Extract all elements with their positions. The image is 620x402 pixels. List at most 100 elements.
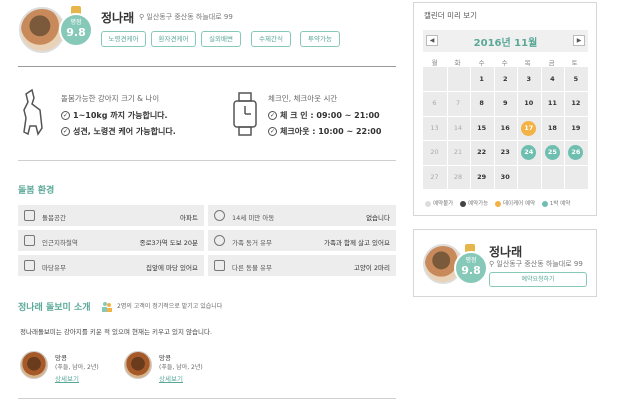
regular-clients: 2명의 고객이 정기적으로 맡기고 있습니다 xyxy=(117,303,223,310)
tag-homemade-snack: 수제간식 xyxy=(251,31,291,47)
tag-senior-care: 노령견케어 xyxy=(101,31,146,47)
calendar-day[interactable]: 19 xyxy=(564,116,587,140)
calendar-day[interactable]: 18 xyxy=(541,116,564,140)
calendar-gridline xyxy=(423,91,588,93)
size-line-1: ✓ 1~10kg 까지 가능합니다. xyxy=(61,111,168,120)
calendar-gridline xyxy=(423,140,588,142)
legend-unavailable-icon xyxy=(425,200,431,207)
pet-detail-link[interactable]: 상세보기 xyxy=(159,373,183,383)
profile-address: ⚲ 일산동구 중산동 하늘대로 99 xyxy=(139,12,233,22)
people-icon xyxy=(101,298,113,312)
calendar-day[interactable]: 21 xyxy=(447,140,470,164)
calendar-day[interactable]: 15 xyxy=(470,116,493,140)
check-icon: ✓ xyxy=(61,127,70,136)
calendar-gridline xyxy=(446,67,448,189)
weekday-label: 화 xyxy=(454,59,461,67)
rating-value: 9.8 xyxy=(66,26,86,39)
weekday-label: 목 xyxy=(524,59,531,67)
env-family: 가족 동거 유무 가족과 함께 살고 있어요 xyxy=(208,230,396,251)
pet-name: 망콩 xyxy=(55,354,67,362)
calendar-day[interactable]: 10 xyxy=(517,91,540,115)
summary-address: ⚲ 일산동구 중산동 하늘대로 99 xyxy=(489,260,583,268)
calendar-gridline xyxy=(517,67,519,189)
pet-desc: (푸들, 남아, 2년) xyxy=(159,364,203,371)
calendar-gridline xyxy=(540,67,542,189)
env-space: 돌봄공간 아파트 xyxy=(18,205,204,226)
check-icon: ✓ xyxy=(61,111,70,120)
dog-icon xyxy=(20,88,50,140)
intro-text: 정나래돌보미는 강아지를 키운 적 있으며 현재는 키우고 있지 않습니다. xyxy=(20,328,213,336)
calendar-day[interactable]: 3 xyxy=(517,67,540,91)
calendar-panel-title: 캘린더 미리 보기 xyxy=(424,11,478,20)
calendar-day[interactable]: 11 xyxy=(541,91,564,115)
calendar-legend: 예약불가 예약가능 데이케어 예약 1박 예약 xyxy=(425,199,570,207)
calendar-day[interactable]: 2 xyxy=(494,67,517,91)
calendar-gridline xyxy=(423,115,588,117)
calendar-day[interactable]: 27 xyxy=(423,165,446,189)
checkin-line: ✓ 체 크 인 : 09:00 ~ 21:00 xyxy=(268,111,380,120)
calendar-month: 2016년 11월 xyxy=(473,38,538,49)
divider xyxy=(18,398,396,399)
legend-overnight-icon xyxy=(541,200,548,207)
profile-name: 정나래 xyxy=(101,11,135,25)
calendar-day[interactable]: 12 xyxy=(564,91,587,115)
pet-name: 망콩 xyxy=(159,354,171,362)
child-icon xyxy=(214,210,225,221)
calendar-day[interactable]: 8 xyxy=(470,91,493,115)
pet-desc: (푸들, 남아, 2년) xyxy=(55,364,99,371)
calendar-day[interactable]: 7 xyxy=(447,91,470,115)
calendar-day[interactable]: 13 xyxy=(423,116,446,140)
weekday-label: 월 xyxy=(431,59,438,67)
calendar-day[interactable]: 9 xyxy=(494,91,517,115)
calendar-day[interactable]: 5 xyxy=(564,67,587,91)
weekday-label: 토 xyxy=(571,59,578,67)
prev-month-button[interactable]: ◀ xyxy=(426,35,438,46)
calendar-day[interactable]: 22 xyxy=(470,140,493,164)
calendar-day[interactable]: 30 xyxy=(494,165,517,189)
calendar-day[interactable]: 20 xyxy=(423,140,446,164)
weekday-label: 수 xyxy=(478,59,485,67)
calendar-grid: 1 2 3 4 5 6 7 8 9 10 11 12 13 14 15 16 17 18 19 20 21 22 23 24 2… xyxy=(423,67,588,189)
time-title: 체크인, 체크아웃 시간 xyxy=(268,94,338,103)
weekday-label: 금 xyxy=(548,59,555,67)
summary-rating-badge: 평점 9.8 xyxy=(454,251,488,285)
reserve-request-button[interactable]: 예약요청하기 xyxy=(489,272,587,287)
profile-address-text: 일산동구 중산동 하늘대로 99 xyxy=(146,13,233,21)
summary-name: 정나래 xyxy=(489,245,523,259)
yard-icon xyxy=(24,260,35,271)
calendar-day[interactable]: 17 xyxy=(517,116,540,140)
size-title: 돌봄가능한 강아지 크기 & 나이 xyxy=(61,94,160,103)
calendar-day[interactable]: 29 xyxy=(470,165,493,189)
calendar-day[interactable]: 23 xyxy=(494,140,517,164)
building-icon xyxy=(24,210,35,221)
check-icon: ✓ xyxy=(268,127,277,136)
checkout-line: ✓ 체크아웃 : 10:00 ~ 22:00 xyxy=(268,127,382,136)
calendar-gridline xyxy=(493,67,495,189)
calendar-gridline xyxy=(470,67,472,189)
rating-badge: 평점 9.8 xyxy=(59,13,93,47)
calendar-day[interactable]: 24 xyxy=(517,140,540,164)
calendar-day[interactable]: 25 xyxy=(541,140,564,164)
calendar-day[interactable]: 16 xyxy=(494,116,517,140)
environment-title: 돌봄 환경 xyxy=(18,186,55,196)
calendar-day[interactable]: 26 xyxy=(564,140,587,164)
pet-detail-link[interactable]: 상세보기 xyxy=(55,373,79,383)
calendar-day[interactable]: 28 xyxy=(447,165,470,189)
divider xyxy=(18,160,396,161)
calendar-day[interactable]: 14 xyxy=(447,116,470,140)
legend-available-icon xyxy=(460,200,466,207)
pet-avatar xyxy=(124,351,152,379)
paw-icon xyxy=(214,260,225,271)
intro-title: 정나래 돌보미 소개 xyxy=(18,303,91,313)
calendar-day[interactable]: 1 xyxy=(470,67,493,91)
calendar-day[interactable]: 4 xyxy=(541,67,564,91)
env-pets: 다른 동물 유무 고양이 2마리 xyxy=(208,255,396,276)
calendar-panel: 캘린더 미리 보기 ◀ 2016년 11월 ▶ 월 화 수 수 목 금 토 12… xyxy=(413,2,597,216)
calendar-header: ◀ 2016년 11월 ▶ xyxy=(423,30,588,52)
next-month-button[interactable]: ▶ xyxy=(573,35,585,46)
calendar-day[interactable]: 6 xyxy=(423,91,446,115)
tag-outdoor-toilet: 실외배변 xyxy=(201,31,241,47)
weekday-label: 수 xyxy=(501,59,508,67)
family-icon xyxy=(214,235,225,246)
location-pin-icon: ⚲ xyxy=(139,13,145,21)
